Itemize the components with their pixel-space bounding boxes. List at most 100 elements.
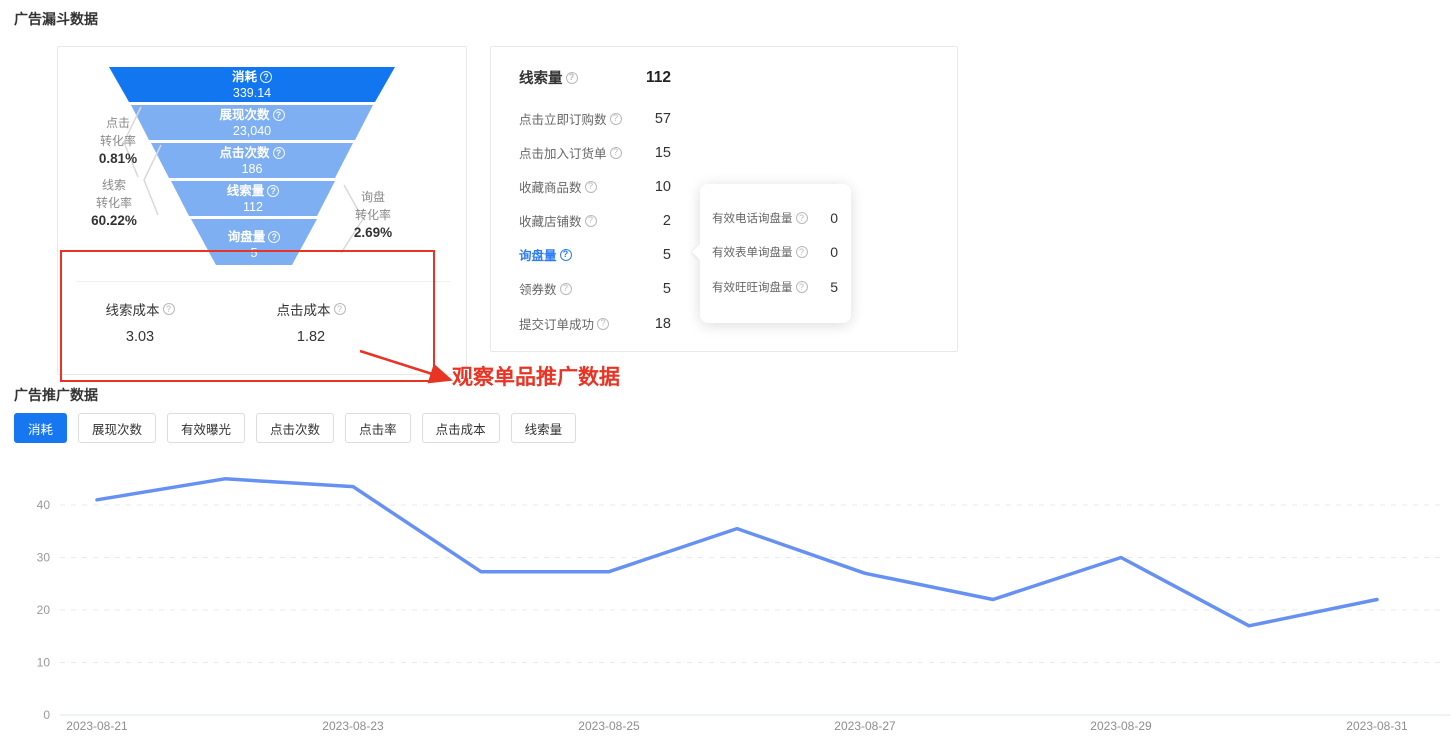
tab-consumption[interactable]: 消耗: [14, 413, 68, 443]
stat-label: 收藏店铺数: [519, 215, 582, 229]
popup-value: 5: [830, 279, 838, 295]
svg-text:40: 40: [37, 498, 51, 512]
funnel-layer-label: 消耗: [231, 70, 257, 84]
svg-text:2023-08-21: 2023-08-21: [66, 719, 128, 733]
lead-conversion-rate: 线索 转化率 60.22%: [78, 176, 150, 230]
tab-click-rate[interactable]: 点击率: [345, 413, 411, 443]
svg-text:2023-08-29: 2023-08-29: [1090, 719, 1152, 733]
stat-label: 收藏商品数: [519, 181, 582, 195]
stat-label: 领券数: [519, 283, 557, 297]
svg-text:2023-08-23: 2023-08-23: [322, 719, 384, 733]
annotation-text: 观察单品推广数据: [452, 366, 620, 389]
stat-label: 询盘量: [519, 249, 557, 263]
funnel-section-title: 广告漏斗数据: [14, 11, 98, 27]
stat-row-orders-submitted[interactable]: 提交订单成功? 18: [519, 314, 671, 333]
svg-text:10: 10: [37, 656, 51, 670]
help-icon[interactable]: ?: [795, 281, 808, 293]
cost-label: 线索成本: [105, 303, 160, 318]
help-icon[interactable]: ?: [162, 303, 175, 315]
funnel-layer-leads[interactable]: 线索量? 112: [171, 181, 335, 216]
rate-label: 询盘: [360, 190, 385, 204]
help-icon[interactable]: ?: [597, 317, 610, 330]
rate-value: 60.22%: [91, 213, 137, 228]
line-chart-svg: 0 10 20 30 40 2023-08-21 2023-08-23 2023-08-25 2…: [37, 477, 1450, 733]
help-icon[interactable]: ?: [559, 248, 572, 261]
funnel-layer-inquiries[interactable]: 询盘量? 5: [191, 219, 317, 265]
help-icon[interactable]: ?: [609, 146, 622, 159]
cost-label: 点击成本: [276, 303, 331, 318]
svg-text:2023-08-31: 2023-08-31: [1346, 719, 1408, 733]
help-icon[interactable]: ?: [795, 212, 808, 224]
divider: [76, 281, 450, 282]
help-icon[interactable]: ?: [260, 71, 272, 83]
funnel-card: 消耗? 339.14 展现次数? 23,040 点击次数? 186 线索量? 1…: [57, 46, 467, 375]
svg-text:2023-08-27: 2023-08-27: [834, 719, 896, 733]
rate-label: 线索: [101, 178, 126, 192]
inquiry-breakdown-popup: 有效电话询盘量? 0 有效表单询盘量? 0 有效旺旺询盘量? 5: [692, 184, 851, 323]
promo-section-title: 广告推广数据: [14, 387, 98, 403]
rate-label: 转化率: [354, 208, 391, 222]
cost-value: 3.03: [125, 329, 155, 345]
help-icon[interactable]: ?: [333, 303, 346, 315]
stat-row-favorited-products[interactable]: 收藏商品数? 10: [519, 177, 671, 196]
help-icon[interactable]: ?: [584, 214, 597, 227]
help-icon[interactable]: ?: [795, 246, 808, 258]
help-icon[interactable]: ?: [565, 71, 578, 84]
popup-row-phone-inquiries: 有效电话询盘量? 0: [712, 210, 838, 226]
help-icon[interactable]: ?: [267, 185, 279, 197]
help-icon[interactable]: ?: [609, 112, 622, 125]
help-icon[interactable]: ?: [268, 231, 280, 243]
help-icon[interactable]: ?: [273, 109, 285, 121]
popup-arrow: [692, 244, 700, 260]
funnel-layer-impressions[interactable]: 展现次数? 23,040: [131, 105, 373, 140]
stat-value: 57: [654, 110, 671, 127]
help-icon[interactable]: ?: [584, 180, 597, 193]
stat-value: 5: [662, 246, 671, 263]
tab-click-cost[interactable]: 点击成本: [421, 413, 500, 443]
funnel-layer-label: 线索量: [226, 184, 265, 198]
popup-label: 有效旺旺询盘量: [712, 282, 793, 294]
svg-text:0: 0: [43, 708, 50, 722]
stat-row-order-now-clicks[interactable]: 点击立即订购数? 57: [519, 109, 671, 128]
tab-clicks[interactable]: 点击次数: [256, 413, 335, 443]
funnel-layer-value: 339.14: [232, 86, 272, 100]
stat-value: 15: [654, 144, 671, 161]
svg-text:2023-08-25: 2023-08-25: [578, 719, 640, 733]
popup-row-wangwang-inquiries: 有效旺旺询盘量? 5: [712, 279, 838, 295]
popup-value: 0: [830, 210, 838, 226]
funnel-layer-clicks[interactable]: 点击次数? 186: [151, 143, 353, 178]
stat-label: 线索量: [519, 71, 563, 87]
rate-label: 转化率: [99, 134, 136, 148]
help-icon[interactable]: ?: [273, 147, 285, 159]
metric-tabs: 消耗 展现次数 有效曝光 点击次数 点击率 点击成本 线索量: [14, 413, 577, 443]
popup-row-form-inquiries: 有效表单询盘量? 0: [712, 244, 838, 260]
rate-label: 点击: [105, 116, 130, 130]
promo-line-chart[interactable]: 0 10 20 30 40 2023-08-21 2023-08-23 2023-08-25 2…: [0, 460, 1452, 752]
svg-text:30: 30: [37, 551, 51, 565]
funnel-layer-label: 询盘量: [227, 230, 266, 244]
page: 广告漏斗数据 消耗? 339.14 展现次数? 23,040 点击次数? 186…: [0, 0, 1452, 752]
click-conversion-rate: 点击 转化率 0.81%: [86, 114, 150, 168]
stat-row-inquiries[interactable]: 询盘量? 5: [519, 245, 671, 264]
popup-label: 有效电话询盘量: [712, 213, 793, 225]
tab-impressions[interactable]: 展现次数: [78, 413, 157, 443]
stat-label: 点击加入订货单: [519, 147, 607, 161]
stat-row-add-to-order-clicks[interactable]: 点击加入订货单? 15: [519, 143, 671, 162]
stat-row-favorited-stores[interactable]: 收藏店铺数? 2: [519, 211, 671, 230]
funnel-layer-consumption[interactable]: 消耗? 339.14: [109, 67, 395, 102]
help-icon[interactable]: ?: [559, 282, 572, 295]
stat-row-coupons-claimed[interactable]: 领券数? 5: [519, 279, 671, 298]
tab-leads[interactable]: 线索量: [510, 413, 577, 443]
cost-value: 1.82: [296, 329, 326, 345]
svg-text:20: 20: [37, 603, 51, 617]
popup-label: 有效表单询盘量: [712, 247, 793, 259]
tab-effective-exposure[interactable]: 有效曝光: [167, 413, 246, 443]
stat-value: 112: [645, 68, 671, 86]
rate-value: 2.69%: [353, 225, 393, 240]
stat-row-leads[interactable]: 线索量? 112: [519, 67, 671, 88]
stat-value: 10: [654, 178, 671, 195]
stat-value: 2: [662, 212, 671, 229]
funnel-layer-value: 23,040: [232, 124, 272, 138]
stat-label: 点击立即订购数: [519, 113, 607, 127]
funnel-layer-value: 5: [250, 246, 258, 260]
